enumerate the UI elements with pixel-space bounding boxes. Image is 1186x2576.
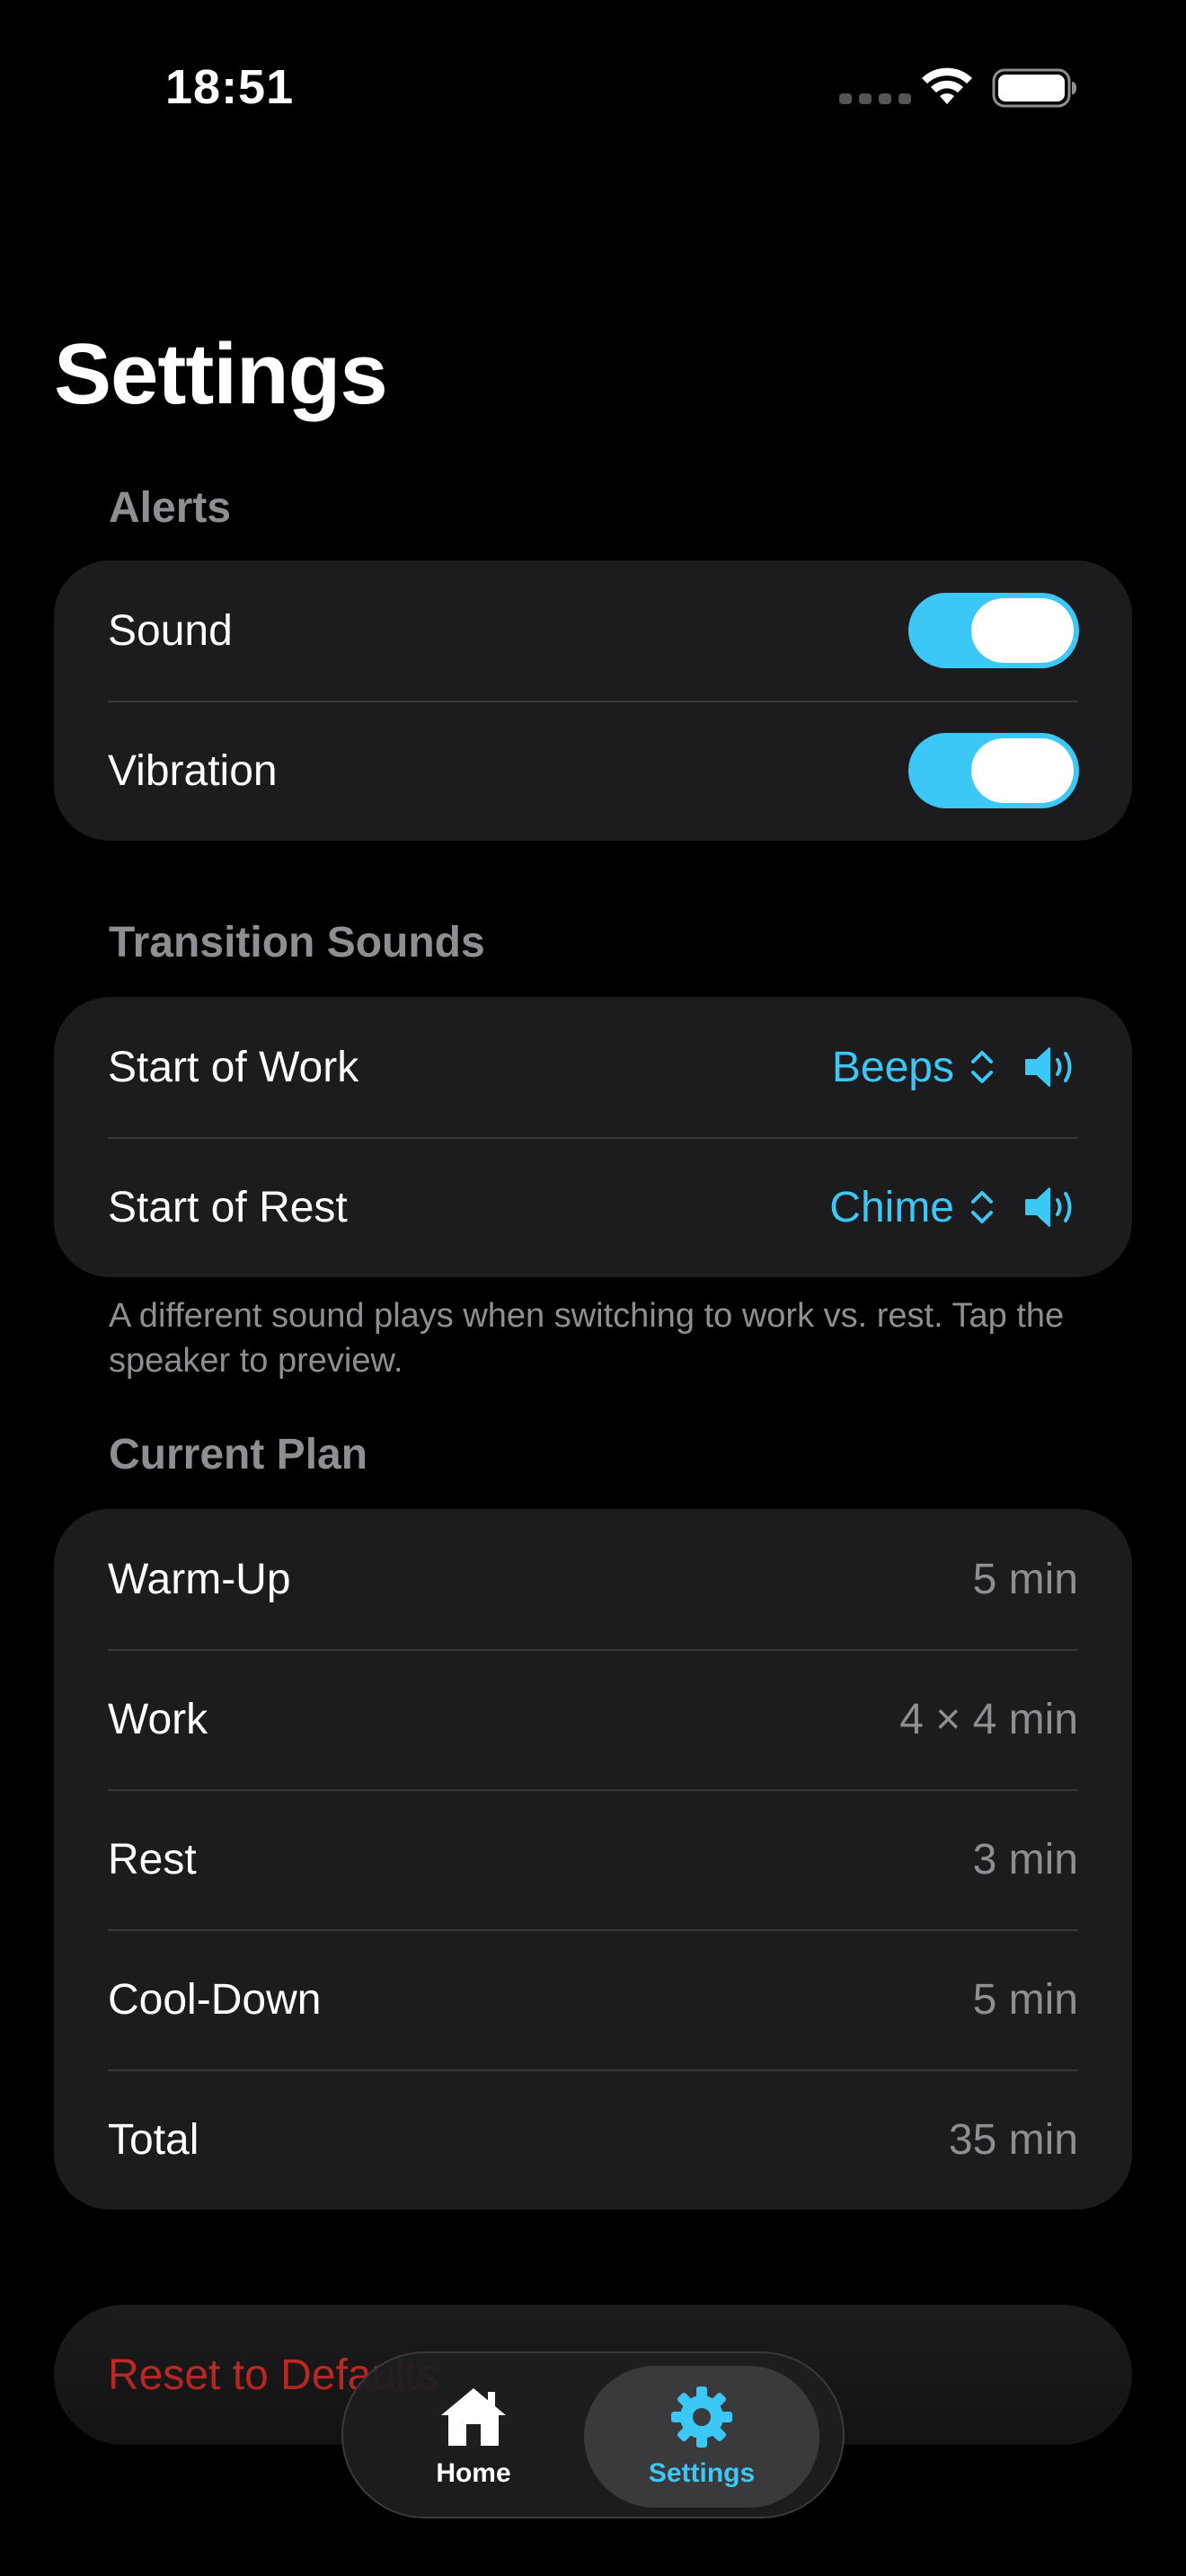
wifi-icon <box>922 67 972 104</box>
plan-value: 5 min <box>972 1555 1078 1603</box>
plan-value: 5 min <box>972 1975 1078 2024</box>
alerts-card: Sound Vibration <box>54 560 1132 841</box>
vibration-label: Vibration <box>108 746 278 795</box>
plan-label: Warm-Up <box>108 1555 291 1603</box>
speaker-icon[interactable] <box>1024 1045 1078 1090</box>
transition-sounds-section-header: Transition Sounds <box>109 919 485 966</box>
tab-settings[interactable]: Settings <box>584 2366 819 2508</box>
plan-value: 4 × 4 min <box>899 1695 1078 1743</box>
plan-value: 3 min <box>972 1835 1078 1883</box>
vibration-toggle[interactable] <box>908 733 1079 808</box>
toggle-knob <box>971 598 1074 663</box>
plan-label: Cool-Down <box>108 1975 322 2024</box>
gear-icon <box>671 2386 732 2448</box>
plan-label: Total <box>108 2115 199 2164</box>
page-title: Settings <box>54 326 388 422</box>
tab-home[interactable]: Home <box>356 2366 591 2508</box>
start-of-work-label: Start of Work <box>108 1043 359 1091</box>
toggle-knob <box>971 738 1074 803</box>
start-of-work-sound-picker[interactable]: Beeps <box>832 1043 996 1092</box>
tab-bar: Home Settings <box>341 2351 845 2519</box>
plan-value: 35 min <box>948 2115 1078 2164</box>
tab-settings-label: Settings <box>648 2458 756 2488</box>
start-of-rest-label: Start of Rest <box>108 1183 348 1231</box>
plan-row-cool-down: Cool-Down 5 min <box>54 1929 1132 2069</box>
picker-value: Beeps <box>831 1043 954 1091</box>
vibration-row: Vibration <box>54 701 1132 841</box>
status-bar: 18:51 <box>0 0 1186 171</box>
speaker-icon[interactable] <box>1024 1185 1078 1230</box>
plan-row-work: Work 4 × 4 min <box>54 1649 1132 1789</box>
chevron-up-down-icon <box>971 1191 993 1223</box>
start-of-work-row: Start of Work Beeps <box>54 997 1132 1137</box>
start-of-rest-row: Start of Rest Chime <box>54 1137 1132 1277</box>
current-plan-card: Warm-Up 5 min Work 4 × 4 min Rest 3 min … <box>54 1509 1132 2210</box>
transition-sounds-footnote: A different sound plays when switching t… <box>109 1297 1065 1380</box>
start-of-rest-sound-picker[interactable]: Chime <box>829 1183 996 1232</box>
tab-home-label: Home <box>436 2458 511 2488</box>
status-time: 18:51 <box>165 60 295 114</box>
transition-sounds-card: Start of Work Beeps Start of Rest Chime <box>54 997 1132 1277</box>
sound-row: Sound <box>54 560 1132 701</box>
sound-label: Sound <box>108 606 233 655</box>
chevron-up-down-icon <box>971 1051 993 1083</box>
plan-row-total: Total 35 min <box>54 2069 1132 2210</box>
alerts-section-header: Alerts <box>109 484 232 532</box>
cellular-signal-icon <box>839 93 911 104</box>
sound-toggle[interactable] <box>908 593 1079 668</box>
house-icon <box>441 2388 506 2446</box>
current-plan-section-header: Current Plan <box>109 1431 368 1478</box>
battery-icon <box>992 68 1076 108</box>
plan-label: Rest <box>108 1835 197 1883</box>
picker-value: Chime <box>829 1183 954 1231</box>
plan-label: Work <box>108 1695 208 1743</box>
plan-row-rest: Rest 3 min <box>54 1789 1132 1929</box>
plan-row-warm-up: Warm-Up 5 min <box>54 1509 1132 1649</box>
